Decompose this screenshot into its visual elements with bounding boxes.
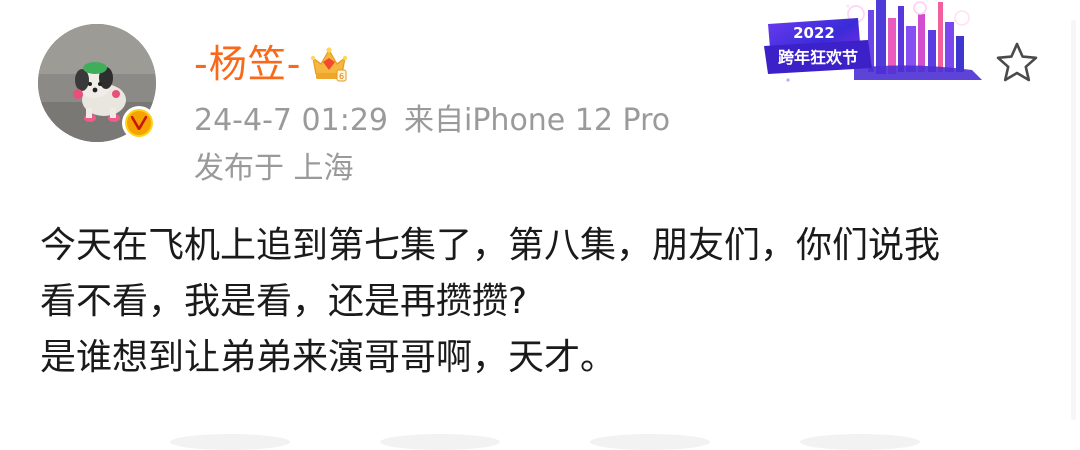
crown-vip-icon[interactable]: 6 <box>309 44 349 84</box>
post-text-line: 看不看，我是看，还是再攒攒? <box>40 281 528 322</box>
svg-text:6: 6 <box>339 72 344 81</box>
post-location: 发布于 上海 <box>194 151 354 186</box>
author-avatar-container[interactable] <box>38 24 156 142</box>
post-timestamp: 24-4-7 01:29 <box>194 103 388 138</box>
author-name-row: -杨笠- 6 <box>194 38 349 90</box>
banner-title: 跨年狂欢节 <box>778 48 858 67</box>
author-name[interactable]: -杨笠- <box>194 38 301 90</box>
post-meta-time: 24-4-7 01:29 来自iPhone 12 Pro <box>194 100 670 142</box>
post-source: 来自iPhone 12 Pro <box>404 103 671 138</box>
scrollbar[interactable] <box>1071 20 1076 420</box>
new-year-event-banner[interactable]: 2022 跨年狂欢节 <box>758 0 982 92</box>
post-text: 今天在飞机上追到第七集了，第八集，朋友们，你们说我 看不看，我是看，还是再攒攒?… <box>40 218 1040 386</box>
action-bar-hint <box>0 434 1080 450</box>
post-text-line: 今天在飞机上追到第七集了，第八集，朋友们，你们说我 <box>40 225 941 266</box>
post-text-line: 是谁想到让弟弟来演哥哥啊，天才。 <box>40 337 617 378</box>
verified-v-badge-icon <box>125 109 153 137</box>
banner-year: 2022 <box>793 24 835 42</box>
star-outline-icon[interactable] <box>994 40 1040 86</box>
verified-badge <box>122 106 156 140</box>
